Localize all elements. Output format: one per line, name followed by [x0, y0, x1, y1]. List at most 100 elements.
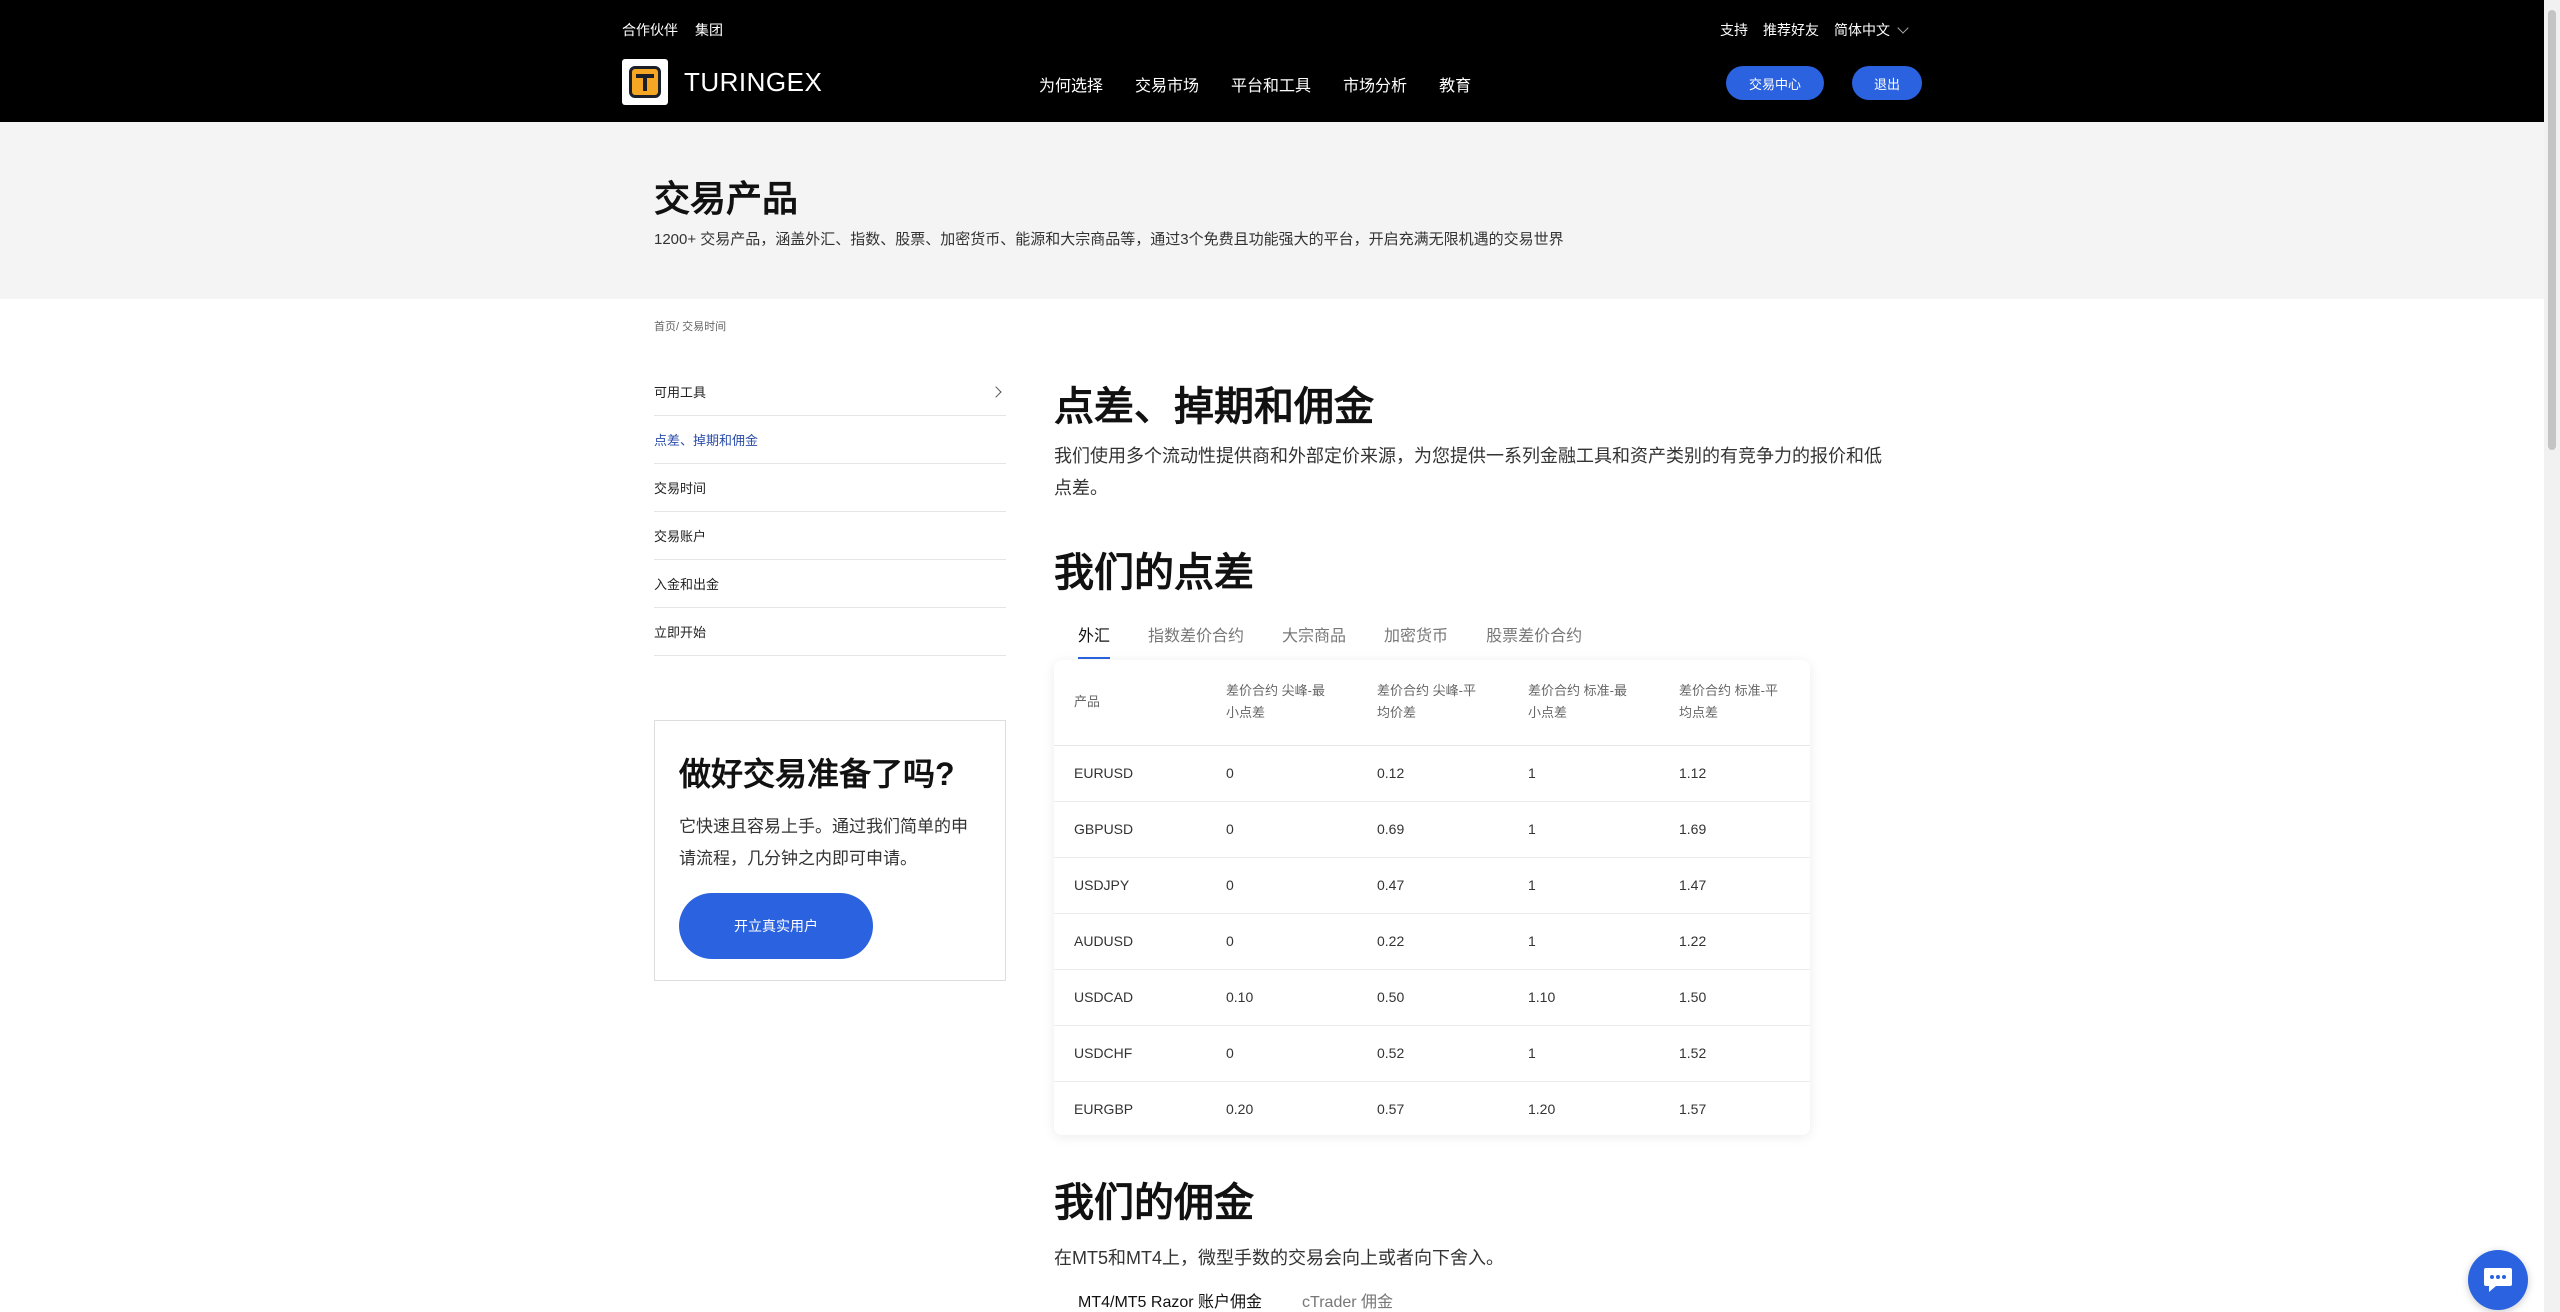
- spreads-tabs: 外汇 指数差价合约 大宗商品 加密货币 股票差价合约: [1078, 622, 1582, 659]
- commission-description: 在MT5和MT4上，微型手数的交易会向上或者向下舍入。: [1054, 1248, 1504, 1268]
- sidebar-item-label: 立即开始: [654, 625, 707, 640]
- main-nav: 为何选择 交易市场 平台和工具 市场分析 教育: [1039, 72, 1471, 96]
- page-title: 交易产品: [654, 178, 799, 219]
- table-header-row: 产品 差价合约 尖峰-最小点差 差价合约 尖峰-平均价差 差价合约 标准-最小点…: [1054, 660, 1810, 746]
- page-scrollbar[interactable]: [2544, 0, 2560, 1312]
- spreads-table-card: 产品 差价合约 尖峰-最小点差 差价合约 尖峰-平均价差 差价合约 标准-最小点…: [1054, 660, 1810, 1135]
- scrollbar-thumb[interactable]: [2548, 10, 2556, 450]
- sidebar-item-label: 交易时间: [654, 481, 707, 496]
- table-cell: 0: [1206, 913, 1357, 970]
- sidebar-item-hours[interactable]: 交易时间: [654, 464, 1006, 512]
- language-label: 简体中文: [1834, 22, 1890, 38]
- table-cell: 1.52: [1659, 1025, 1810, 1082]
- hero-banner: 交易产品 1200+ 交易产品，涵盖外汇、指数、股票、加密货币、能源和大宗商品等…: [0, 122, 2544, 299]
- table-cell: USDJPY: [1054, 857, 1206, 914]
- table-cell: EURGBP: [1074, 1101, 1134, 1118]
- nav-item-education[interactable]: 教育: [1439, 72, 1471, 96]
- brand-name: TURINGEX: [684, 66, 823, 97]
- sidebar-item-label: 点差、掉期和佣金: [654, 433, 759, 448]
- tab-mt-razor[interactable]: MT4/MT5 Razor 账户佣金: [1078, 1288, 1262, 1312]
- nav-item-analysis[interactable]: 市场分析: [1343, 72, 1407, 96]
- breadcrumb[interactable]: 首页/ 交易时间: [654, 318, 726, 334]
- tab-indices[interactable]: 指数差价合约: [1148, 622, 1244, 659]
- table-cell: 1: [1508, 1025, 1659, 1082]
- table-cell: 1.47: [1659, 857, 1810, 914]
- table-cell: 1.57: [1679, 1101, 1707, 1118]
- table-cell: 0.10: [1206, 969, 1357, 1026]
- table-cell: 0: [1206, 801, 1357, 858]
- table-row: GBPUSD 0 0.69 1 1.69: [1054, 801, 1810, 858]
- partner-link[interactable]: 合作伙伴: [622, 20, 678, 40]
- sidebar-item-label: 入金和出金: [654, 577, 720, 592]
- nav-item-platforms[interactable]: 平台和工具: [1231, 72, 1311, 96]
- ready-card: 做好交易准备了吗? 它快速且容易上手。通过我们简单的申请流程，几分钟之内即可申请…: [654, 720, 1006, 981]
- table-cell: 0.12: [1357, 745, 1508, 802]
- table-cell: 0.57: [1377, 1101, 1405, 1118]
- topbar-right: 支持 推荐好友 简体中文: [1720, 20, 1909, 40]
- chat-button[interactable]: [2468, 1250, 2528, 1310]
- chat-icon: [2484, 1268, 2512, 1292]
- page-subtitle: 1200+ 交易产品，涵盖外汇、指数、股票、加密货币、能源和大宗商品等，通过3个…: [654, 231, 1564, 248]
- sidebar-item-spreads[interactable]: 点差、掉期和佣金: [654, 416, 1006, 464]
- sidebar-item-accounts[interactable]: 交易账户: [654, 512, 1006, 560]
- table-row: USDCHF 0 0.52 1 1.52: [1054, 1025, 1810, 1082]
- nav-item-markets[interactable]: 交易市场: [1135, 72, 1199, 96]
- table-cell: 0.20: [1226, 1101, 1254, 1118]
- tab-forex[interactable]: 外汇: [1078, 622, 1111, 659]
- commission-tabs: MT4/MT5 Razor 账户佣金 cTrader 佣金: [1078, 1288, 1393, 1312]
- spreads-table: 产品 差价合约 尖峰-最小点差 差价合约 尖峰-平均价差 差价合约 标准-最小点…: [1054, 660, 1810, 1135]
- support-link[interactable]: 支持: [1720, 20, 1748, 40]
- table-cell: AUDUSD: [1054, 913, 1206, 970]
- sidebar-nav: 可用工具 点差、掉期和佣金 交易时间 交易账户 入金和出金 立即开始: [654, 368, 1006, 656]
- table-cell: 0.52: [1357, 1025, 1508, 1082]
- table-row: AUDUSD 0 0.22 1 1.22: [1054, 913, 1810, 970]
- sidebar-item-label: 可用工具: [654, 385, 707, 400]
- language-selector[interactable]: 简体中文: [1834, 20, 1909, 40]
- trading-center-button[interactable]: 交易中心: [1726, 66, 1824, 100]
- tab-ctrader[interactable]: cTrader 佣金: [1302, 1288, 1393, 1312]
- tab-shares[interactable]: 股票差价合约: [1486, 622, 1582, 659]
- table-cell: 1.12: [1659, 745, 1810, 802]
- logo-icon: [622, 59, 668, 105]
- table-cell: 1: [1508, 913, 1659, 970]
- table-cell: 0: [1206, 857, 1357, 914]
- chevron-down-icon: [1897, 22, 1909, 34]
- table-cell: GBPUSD: [1054, 801, 1206, 858]
- section-description: 我们使用多个流动性提供商和外部定价来源，为您提供一系列金融工具和资产类别的有竞争…: [1054, 446, 1882, 498]
- column-header: 差价合约 尖峰-平均价差: [1357, 660, 1508, 746]
- table-cell: 0: [1206, 745, 1357, 802]
- table-cell: 0.50: [1357, 969, 1508, 1026]
- logout-button[interactable]: 退出: [1852, 66, 1922, 100]
- spreads-title: 我们的点差: [1054, 551, 1254, 595]
- column-header: 产品: [1054, 660, 1206, 746]
- table-row: EURGBP 0.20 0.57 1.20 1.57: [1054, 1081, 1810, 1135]
- table-row: USDJPY 0 0.47 1 1.47: [1054, 857, 1810, 914]
- table-cell: 0: [1206, 1025, 1357, 1082]
- sidebar-item-start[interactable]: 立即开始: [654, 608, 1006, 656]
- table-cell: 1.10: [1508, 969, 1659, 1026]
- sidebar-item-funding[interactable]: 入金和出金: [654, 560, 1006, 608]
- ready-text: 它快速且容易上手。通过我们简单的申请流程，几分钟之内即可申请。: [679, 817, 968, 868]
- chevron-right-icon: [990, 385, 1002, 398]
- group-link[interactable]: 集团: [695, 20, 723, 40]
- table-cell: 1: [1508, 857, 1659, 914]
- table-row: EURUSD 0 0.12 1 1.12: [1054, 745, 1810, 802]
- table-cell: USDCAD: [1054, 969, 1206, 1026]
- sidebar-item-tools[interactable]: 可用工具: [654, 368, 1006, 416]
- refer-link[interactable]: 推荐好友: [1763, 20, 1819, 40]
- ready-title: 做好交易准备了吗?: [679, 756, 955, 792]
- topbar-left: 合作伙伴 集团: [622, 20, 723, 40]
- tab-crypto[interactable]: 加密货币: [1384, 622, 1448, 659]
- nav-item-why[interactable]: 为何选择: [1039, 72, 1103, 96]
- brand-logo[interactable]: TURINGEX: [622, 59, 822, 105]
- table-cell: 1.22: [1659, 913, 1810, 970]
- table-cell: USDCHF: [1054, 1025, 1206, 1082]
- commission-title: 我们的佣金: [1054, 1181, 1254, 1225]
- tab-commodities[interactable]: 大宗商品: [1282, 622, 1346, 659]
- table-cell: 1: [1508, 745, 1659, 802]
- open-account-button[interactable]: 开立真实用户: [679, 893, 873, 959]
- table-cell: EURUSD: [1054, 745, 1206, 802]
- table-cell: 1.69: [1659, 801, 1810, 858]
- sidebar-item-label: 交易账户: [654, 529, 707, 544]
- site-header: 合作伙伴 集团 支持 推荐好友 简体中文 TURINGEX 为何选择 交易市场 …: [0, 0, 2544, 122]
